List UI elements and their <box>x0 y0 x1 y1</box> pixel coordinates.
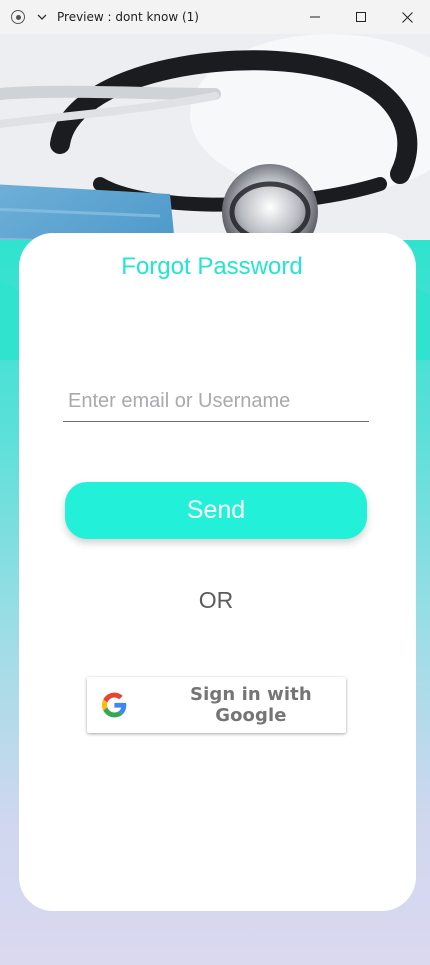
or-divider-label: OR <box>198 587 234 613</box>
maximize-button[interactable] <box>338 0 384 34</box>
window-title: Preview : dont know (1) <box>57 10 199 24</box>
send-button[interactable]: Send <box>65 482 367 539</box>
window-controls <box>292 0 430 34</box>
email-username-input[interactable] <box>63 382 369 422</box>
app-window: Preview : dont know (1) Forgot Password … <box>0 0 430 965</box>
google-sign-in-label: Sign in with Google <box>190 684 312 726</box>
chevron-down-icon[interactable] <box>36 11 48 23</box>
page-title: Forgot Password <box>121 253 303 280</box>
app-record-icon[interactable] <box>11 10 25 24</box>
google-g-icon <box>102 692 127 718</box>
title-bar[interactable]: Preview : dont know (1) <box>0 0 430 34</box>
maximize-icon <box>356 12 366 22</box>
minimize-icon <box>310 16 320 18</box>
close-button[interactable] <box>384 0 430 34</box>
minimize-button[interactable] <box>292 0 338 34</box>
google-sign-in-button[interactable]: Sign in with Google <box>87 677 346 733</box>
close-icon <box>401 11 413 23</box>
forgot-password-card: Forgot Password Send OR Sign in with Goo… <box>19 233 416 911</box>
